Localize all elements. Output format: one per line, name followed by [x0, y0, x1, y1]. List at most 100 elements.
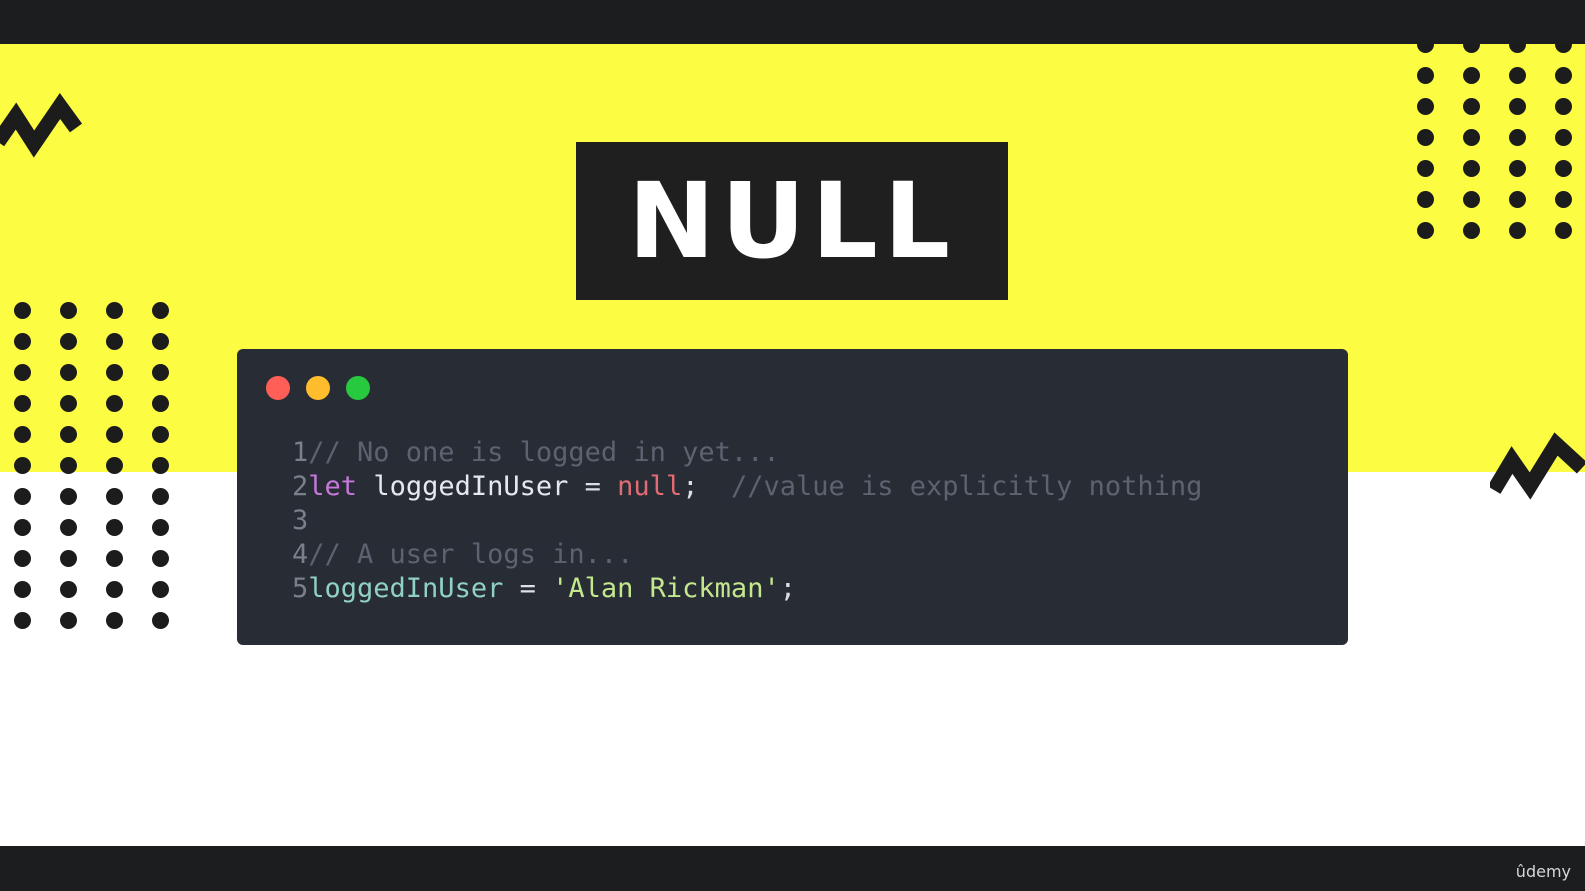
dot — [1417, 222, 1434, 239]
dot — [106, 364, 123, 381]
dot — [1509, 191, 1526, 208]
dot — [60, 550, 77, 567]
dot — [1463, 44, 1480, 53]
dot — [1509, 67, 1526, 84]
code-token-var: loggedInUser — [373, 471, 569, 502]
slide: NULL 1// No one is logged in yet... 2let … — [0, 44, 1585, 846]
dot — [14, 333, 31, 350]
dot — [106, 395, 123, 412]
code-token-plain: ; — [779, 573, 796, 604]
dot — [60, 488, 77, 505]
minimize-dot-icon — [306, 376, 330, 400]
slide-title: NULL — [627, 160, 957, 282]
dot — [60, 519, 77, 536]
dot — [60, 612, 77, 629]
code-block: 1// No one is logged in yet... 2let logge… — [292, 436, 1202, 606]
dot — [106, 550, 123, 567]
dot — [1509, 160, 1526, 177]
dot — [1555, 191, 1572, 208]
dot — [1463, 222, 1480, 239]
code-token-plain: ; — [682, 471, 731, 502]
dot — [152, 395, 169, 412]
line-number: 4 — [292, 539, 309, 570]
dot — [152, 550, 169, 567]
dot — [106, 302, 123, 319]
code-token-keyword: let — [308, 471, 358, 502]
dot — [1509, 222, 1526, 239]
dot — [152, 581, 169, 598]
dot — [1463, 67, 1480, 84]
dot — [1555, 160, 1572, 177]
code-line: 2let loggedInUser = null; //value is exp… — [292, 470, 1202, 504]
code-token-plain: = — [568, 471, 618, 502]
dot — [1509, 129, 1526, 146]
dot — [14, 426, 31, 443]
code-line: 3 — [292, 504, 1202, 538]
dot — [1417, 191, 1434, 208]
dot — [152, 333, 169, 350]
code-token-comment: // A user logs in... — [308, 539, 634, 570]
dot-grid-right — [1417, 44, 1572, 239]
code-token-plain: = — [503, 573, 553, 604]
dot-grid-left — [14, 302, 169, 629]
dot — [14, 395, 31, 412]
dot — [152, 457, 169, 474]
dot — [14, 488, 31, 505]
dot — [152, 612, 169, 629]
dot — [14, 550, 31, 567]
window-controls — [266, 376, 370, 400]
dot — [14, 612, 31, 629]
dot — [1463, 129, 1480, 146]
dot — [1463, 191, 1480, 208]
dot — [1463, 98, 1480, 115]
code-line: 4// A user logs in... — [292, 538, 1202, 572]
code-token-ident: loggedInUser — [308, 573, 504, 604]
dot — [1509, 98, 1526, 115]
dot — [14, 457, 31, 474]
code-token-comment: // No one is logged in yet... — [308, 437, 780, 468]
dot — [1555, 222, 1572, 239]
dot — [1555, 129, 1572, 146]
dot — [1417, 160, 1434, 177]
dot — [106, 457, 123, 474]
dot — [14, 364, 31, 381]
dot — [106, 426, 123, 443]
dot — [1509, 44, 1526, 53]
dot — [106, 333, 123, 350]
close-dot-icon — [266, 376, 290, 400]
dot — [1417, 67, 1434, 84]
title-box: NULL — [576, 142, 1008, 300]
code-editor-window: 1// No one is logged in yet... 2let logge… — [237, 349, 1348, 645]
maximize-dot-icon — [346, 376, 370, 400]
dot — [106, 488, 123, 505]
code-token-null: null — [617, 471, 683, 502]
dot — [1417, 98, 1434, 115]
dot — [106, 612, 123, 629]
dot — [60, 395, 77, 412]
dot — [1555, 67, 1572, 84]
dot — [152, 364, 169, 381]
dot — [60, 302, 77, 319]
zigzag-decoration-left — [0, 92, 83, 158]
line-number: 2 — [292, 471, 309, 502]
dot — [14, 519, 31, 536]
dot — [152, 519, 169, 536]
line-number: 5 — [292, 573, 309, 604]
line-number: 3 — [292, 505, 309, 536]
dot — [1555, 44, 1572, 53]
dot — [60, 364, 77, 381]
line-number: 1 — [292, 437, 309, 468]
udemy-watermark: ûdemy — [1515, 862, 1571, 881]
dot — [1417, 44, 1434, 53]
code-token-string: 'Alan Rickman' — [552, 573, 780, 604]
dot — [60, 333, 77, 350]
dot — [106, 519, 123, 536]
dot — [60, 457, 77, 474]
dot — [106, 581, 123, 598]
dot — [152, 426, 169, 443]
dot — [1555, 98, 1572, 115]
dot — [60, 426, 77, 443]
zigzag-decoration-right — [1490, 432, 1585, 500]
dot — [14, 302, 31, 319]
